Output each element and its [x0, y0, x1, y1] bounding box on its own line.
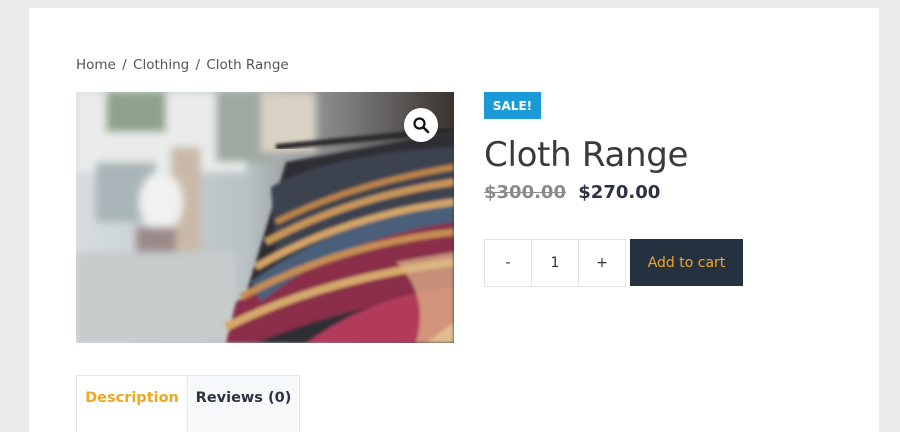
breadcrumb-category-link[interactable]: Clothing: [133, 57, 189, 73]
tab-reviews[interactable]: Reviews (0): [188, 375, 300, 432]
sale-price: $270.00: [578, 182, 661, 203]
add-to-cart-button[interactable]: Add to cart: [630, 239, 743, 286]
increase-quantity-button[interactable]: +: [578, 240, 625, 286]
breadcrumb-current: Cloth Range: [206, 57, 289, 73]
magnifier-icon: [413, 117, 430, 134]
breadcrumb: Home / Clothing / Cloth Range: [76, 57, 289, 73]
breadcrumb-home-link[interactable]: Home: [76, 57, 116, 73]
product-title: Cloth Range: [484, 135, 689, 175]
tab-description[interactable]: Description: [76, 375, 188, 432]
breadcrumb-separator: /: [122, 57, 127, 73]
clothing-rack-photo: [76, 92, 454, 343]
decrease-quantity-button[interactable]: -: [485, 240, 532, 286]
product-image[interactable]: [76, 92, 454, 343]
breadcrumb-separator: /: [195, 57, 201, 73]
quantity-input[interactable]: 1: [532, 240, 578, 286]
sale-badge: SALE!: [484, 92, 541, 119]
product-tabs: Description Reviews (0): [76, 375, 300, 432]
product-price: $300.00 $270.00: [484, 182, 660, 203]
quantity-stepper: - 1 +: [484, 239, 626, 287]
zoom-button[interactable]: [404, 108, 438, 142]
old-price: $300.00: [484, 182, 566, 203]
